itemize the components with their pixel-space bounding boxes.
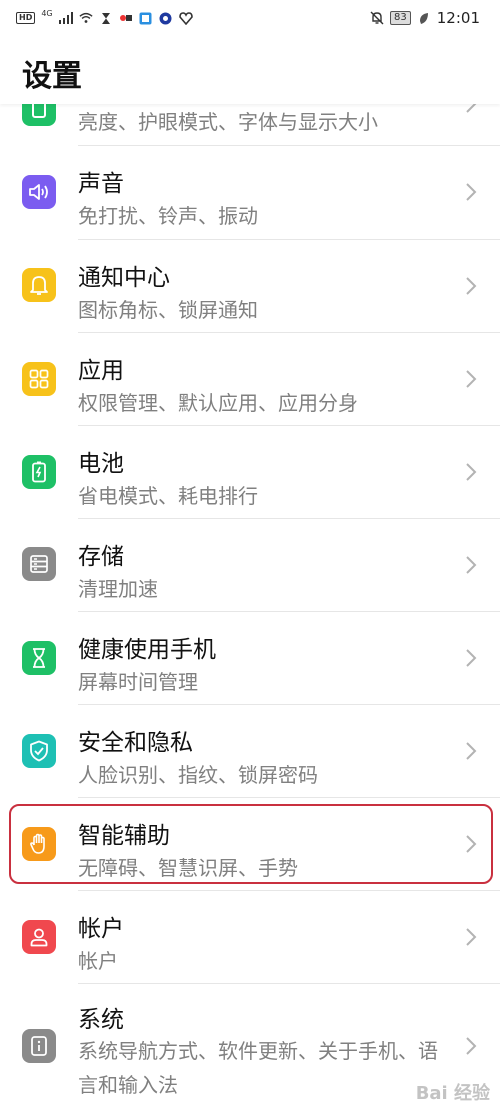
settings-item-battery[interactable]: 电池 省电模式、耗电排行	[0, 426, 500, 518]
settings-item-account[interactable]: 帐户 帐户	[0, 891, 500, 983]
battery-level: 83	[390, 11, 411, 25]
chevron-right-icon	[466, 928, 477, 946]
settings-item-title: 声音	[78, 171, 124, 197]
shield-icon	[22, 734, 56, 768]
chevron-right-icon	[466, 463, 477, 481]
settings-item-apps[interactable]: 应用 权限管理、默认应用、应用分身	[0, 333, 500, 425]
settings-item-title: 应用	[78, 358, 124, 384]
settings-item-subtitle: 免打扰、铃声、振动	[78, 204, 258, 228]
settings-item-subtitle: 系统导航方式、软件更新、关于手机、语言和输入法	[78, 1039, 438, 1097]
settings-item-title: 健康使用手机	[78, 637, 216, 663]
speaker-icon	[22, 175, 56, 209]
bell-icon	[22, 268, 56, 302]
settings-item-subtitle: 图标角标、锁屏通知	[78, 298, 258, 322]
circle-notification-icon	[159, 11, 173, 25]
settings-item-sound[interactable]: 声音 免打扰、铃声、振动	[0, 146, 500, 238]
storage-icon	[22, 547, 56, 581]
network-type: 4G	[41, 9, 53, 18]
picture-notification-icon	[139, 11, 153, 25]
status-bar: HD 4G 83 12:01	[0, 0, 500, 36]
status-bar-right: 83 12:01	[370, 9, 480, 27]
settings-item-subtitle: 帐户	[78, 949, 118, 973]
settings-item-subtitle: 亮度、护眼模式、字体与显示大小	[78, 110, 378, 134]
settings-item-subtitle: 省电模式、耗电排行	[78, 484, 258, 508]
settings-item-storage[interactable]: 存储 清理加速	[0, 519, 500, 611]
chevron-right-icon	[466, 556, 477, 574]
app-notification-icon	[119, 11, 133, 25]
settings-item-title: 帐户	[78, 916, 124, 942]
hourglass-icon	[22, 641, 56, 675]
settings-item-title: 电池	[78, 451, 124, 477]
hourglass-status-icon	[99, 11, 113, 25]
watermark: Bai 经验	[415, 1083, 490, 1104]
leaf-icon	[417, 11, 431, 25]
chevron-right-icon	[466, 649, 477, 667]
settings-item-title: 通知中心	[78, 265, 170, 291]
settings-item-title: 安全和隐私	[78, 730, 193, 756]
settings-item-title: 系统	[78, 1007, 124, 1033]
settings-item-subtitle: 清理加速	[78, 577, 158, 601]
settings-item-subtitle: 人脸识别、指纹、锁屏密码	[78, 763, 318, 787]
settings-item-digital-balance[interactable]: 健康使用手机 屏幕时间管理	[0, 612, 500, 704]
chevron-right-icon	[466, 183, 477, 201]
mute-bell-icon	[370, 11, 384, 25]
signal-icon	[58, 11, 73, 25]
user-icon	[22, 920, 56, 954]
settings-item-title: 存储	[78, 544, 124, 570]
settings-item-subtitle: 屏幕时间管理	[78, 670, 198, 694]
chevron-right-icon	[466, 742, 477, 760]
battery-icon	[22, 455, 56, 489]
chevron-right-icon	[466, 1037, 477, 1055]
page-title: 设置	[22, 59, 82, 94]
chevron-right-icon	[466, 370, 477, 388]
settings-item-security[interactable]: 安全和隐私 人脸识别、指纹、锁屏密码	[0, 705, 500, 797]
page-header: 设置	[0, 36, 500, 104]
highlight-annotation-box	[9, 804, 493, 884]
apps-grid-icon	[22, 362, 56, 396]
wifi-icon	[79, 11, 93, 25]
status-bar-left: HD 4G	[16, 9, 193, 25]
clock: 12:01	[436, 9, 480, 27]
settings-item-subtitle: 权限管理、默认应用、应用分身	[78, 391, 358, 415]
info-icon	[22, 1029, 56, 1063]
hd-badge: HD	[16, 12, 36, 24]
chevron-right-icon	[466, 277, 477, 295]
heart-notification-icon	[178, 11, 193, 25]
settings-item-notifications[interactable]: 通知中心 图标角标、锁屏通知	[0, 240, 500, 332]
